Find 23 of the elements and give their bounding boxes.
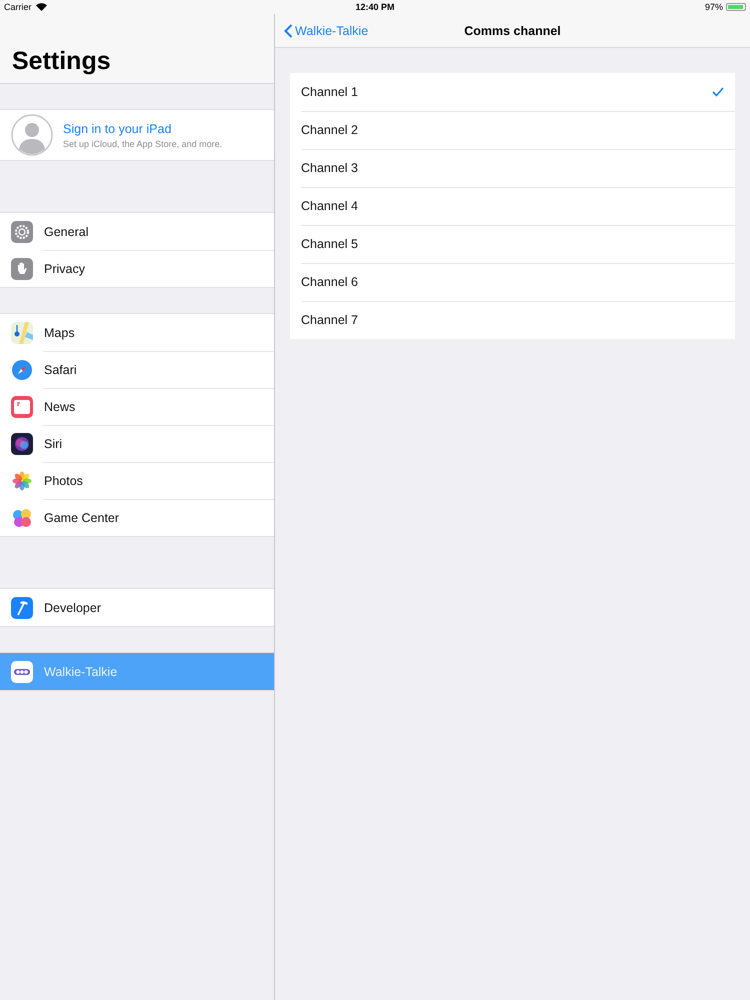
chevron-icon (284, 24, 293, 38)
gear-icon (11, 220, 33, 242)
compass-icon (11, 358, 33, 380)
bubbles-icon (11, 506, 33, 528)
avatar-icon (11, 114, 53, 156)
hammer-icon (11, 596, 33, 618)
sidebar-title: Settings (12, 47, 111, 76)
sign-in-title: Sign in to your iPad (63, 122, 172, 136)
wifi-icon (36, 3, 47, 11)
carrier-label: Carrier (4, 2, 32, 12)
checkmark-icon (712, 87, 724, 97)
battery-icon (726, 3, 746, 11)
siri-icon (11, 432, 33, 454)
map-icon (11, 322, 33, 344)
walkie-talkie-icon (11, 660, 33, 682)
sign-in-subtitle: Set up iCloud, the App Store, and more. (63, 138, 222, 148)
sign-in-row[interactable]: Sign in to your iPad Set up iCloud, the App Store, and more. (0, 109, 274, 161)
battery-percent: 97% (704, 2, 723, 12)
flower-icon (11, 470, 33, 492)
status-time: 12:40 PM (355, 2, 395, 12)
nav-title: Comms channel (464, 24, 561, 38)
news-icon (11, 396, 33, 418)
hand-icon (11, 258, 33, 280)
